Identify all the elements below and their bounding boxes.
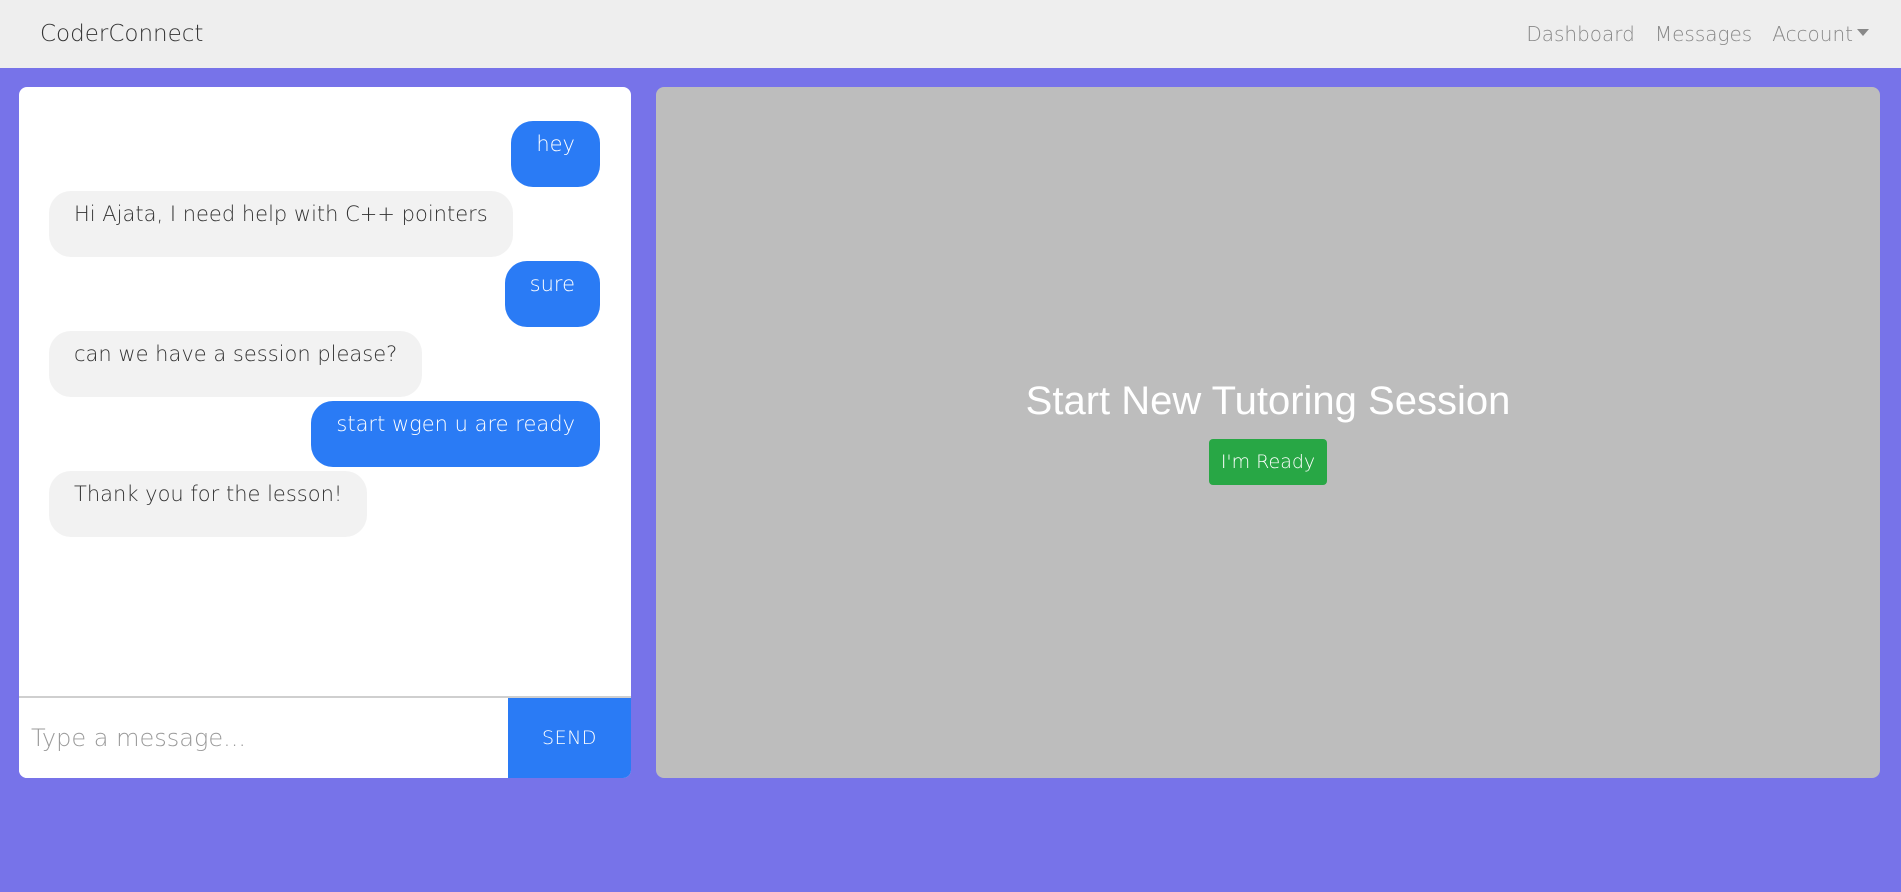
message-row-received: can we have a session please? [49, 331, 600, 397]
message-row-sent: sure [49, 261, 600, 327]
session-title: Start New Tutoring Session [1025, 379, 1511, 423]
message-bubble-received: Hi Ajata, I need help with C++ pointers [49, 191, 513, 257]
message-composer: SEND [19, 696, 631, 778]
message-row-received: Hi Ajata, I need help with C++ pointers [49, 191, 600, 257]
nav-links: Dashboard Messages Account [1526, 0, 1869, 68]
nav-account-label: Account [1772, 22, 1853, 46]
message-row-sent: hey [49, 121, 600, 187]
nav-account-dropdown[interactable]: Account [1772, 22, 1869, 46]
message-row-sent: start wgen u are ready [49, 401, 600, 467]
chat-panel: hey Hi Ajata, I need help with C++ point… [19, 87, 631, 778]
message-bubble-sent: start wgen u are ready [311, 401, 600, 467]
navbar: CoderConnect Dashboard Messages Account [0, 0, 1901, 68]
message-bubble-sent: hey [511, 121, 600, 187]
message-bubble-received: can we have a session please? [49, 331, 423, 397]
message-bubble-received: Thank you for the lesson! [49, 471, 368, 537]
nav-dashboard-link[interactable]: Dashboard [1526, 22, 1635, 46]
send-button[interactable]: SEND [508, 698, 631, 778]
session-panel: Start New Tutoring Session I'm Ready [656, 87, 1880, 778]
ready-button[interactable]: I'm Ready [1209, 439, 1327, 485]
message-list[interactable]: hey Hi Ajata, I need help with C++ point… [19, 87, 631, 696]
message-bubble-sent: sure [504, 261, 600, 327]
message-row-received: Thank you for the lesson! [49, 471, 600, 537]
message-input[interactable] [19, 698, 508, 778]
brand-logo[interactable]: CoderConnect [40, 0, 203, 68]
nav-messages-link[interactable]: Messages [1655, 22, 1752, 46]
caret-down-icon [1857, 28, 1869, 36]
